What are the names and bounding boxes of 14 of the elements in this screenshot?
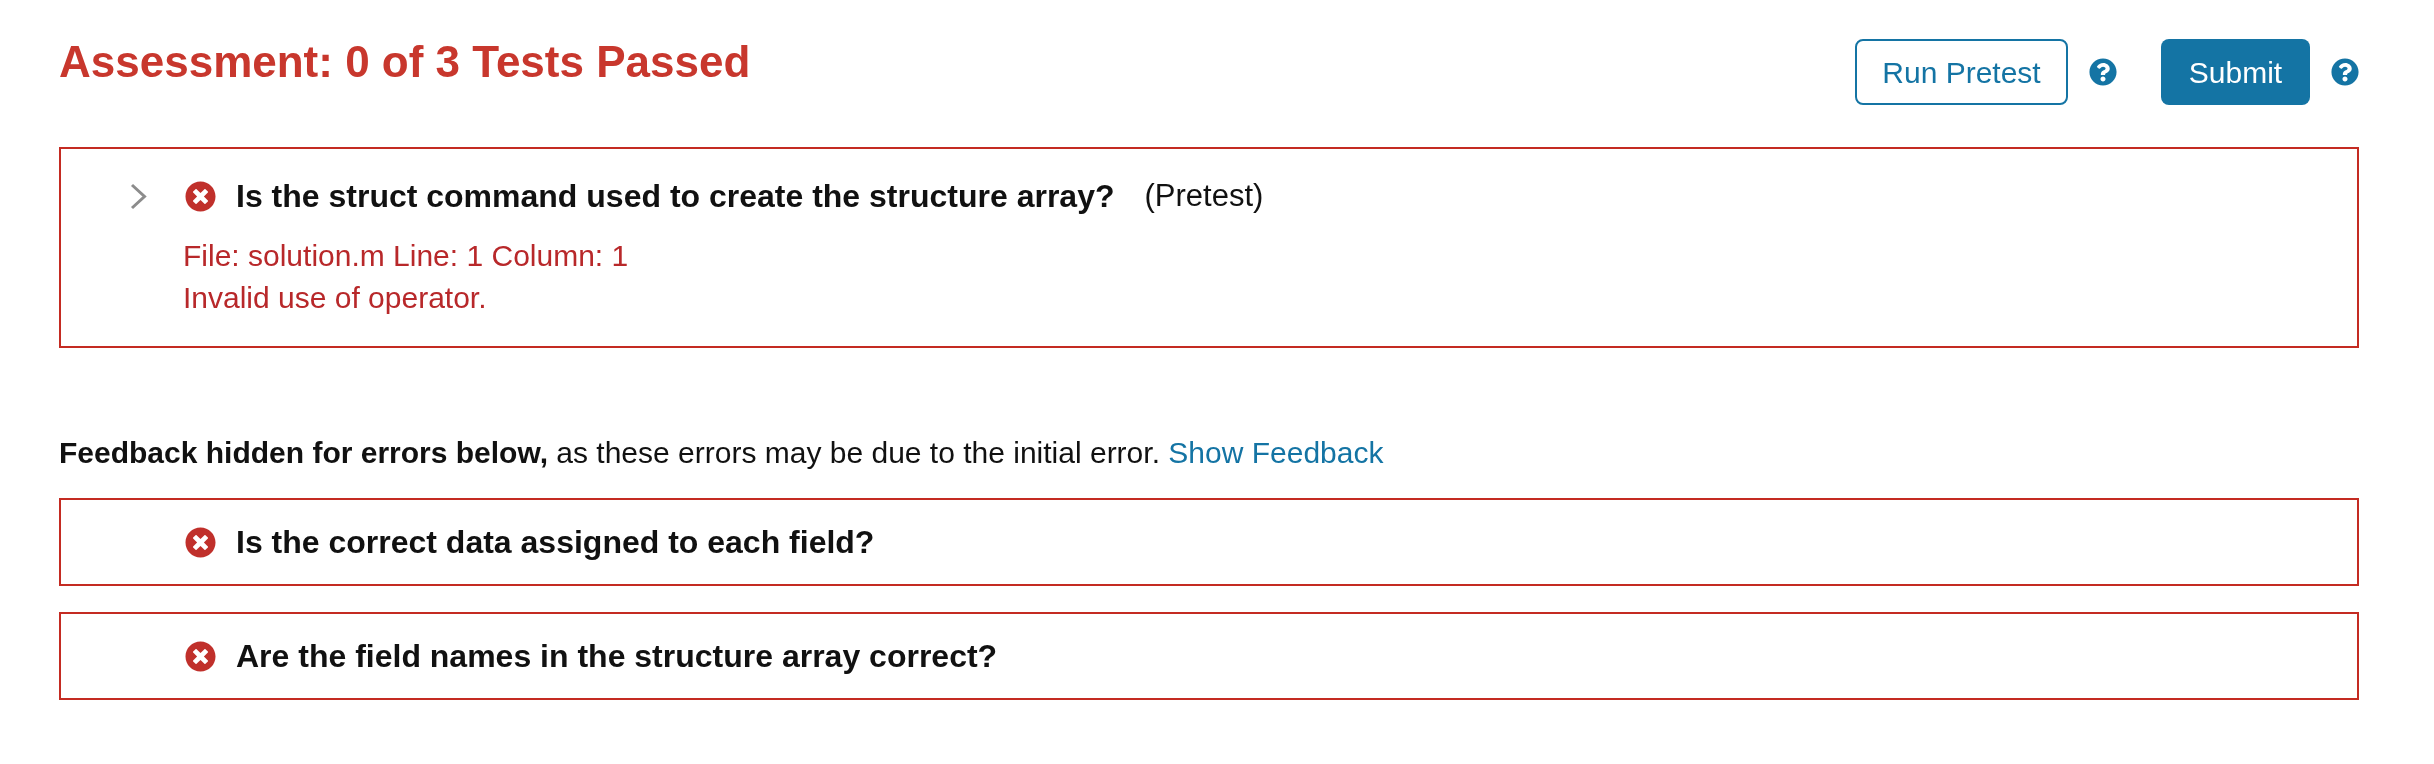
test-question: Is the correct data assigned to each field? [236,523,875,562]
test-question: Are the field names in the structure array correct? [236,637,998,676]
assessment-title: Assessment: 0 of 3 Tests Passed [59,38,751,86]
error-message: Invalid use of operator. [183,280,488,316]
test-question: Is the struct command used to create the structure array? [236,177,1115,216]
feedback-notice: Feedback hidden for errors below, as these errors may be due to the initial error. Show Feedback [59,435,1385,471]
show-feedback-link[interactable]: Show Feedback [1168,436,1384,469]
run-button[interactable]: Run Pretest [1855,39,2068,105]
error-message: File: solution.m Line: 1 Column: 1 [183,238,630,274]
help-icon[interactable] [2089,58,2117,86]
chevron-right-icon[interactable] [130,182,147,210]
test-tag: (Pretest) [1144,176,1264,216]
submit-button[interactable]: Submit [2161,39,2310,105]
help-icon[interactable] [2331,58,2359,86]
